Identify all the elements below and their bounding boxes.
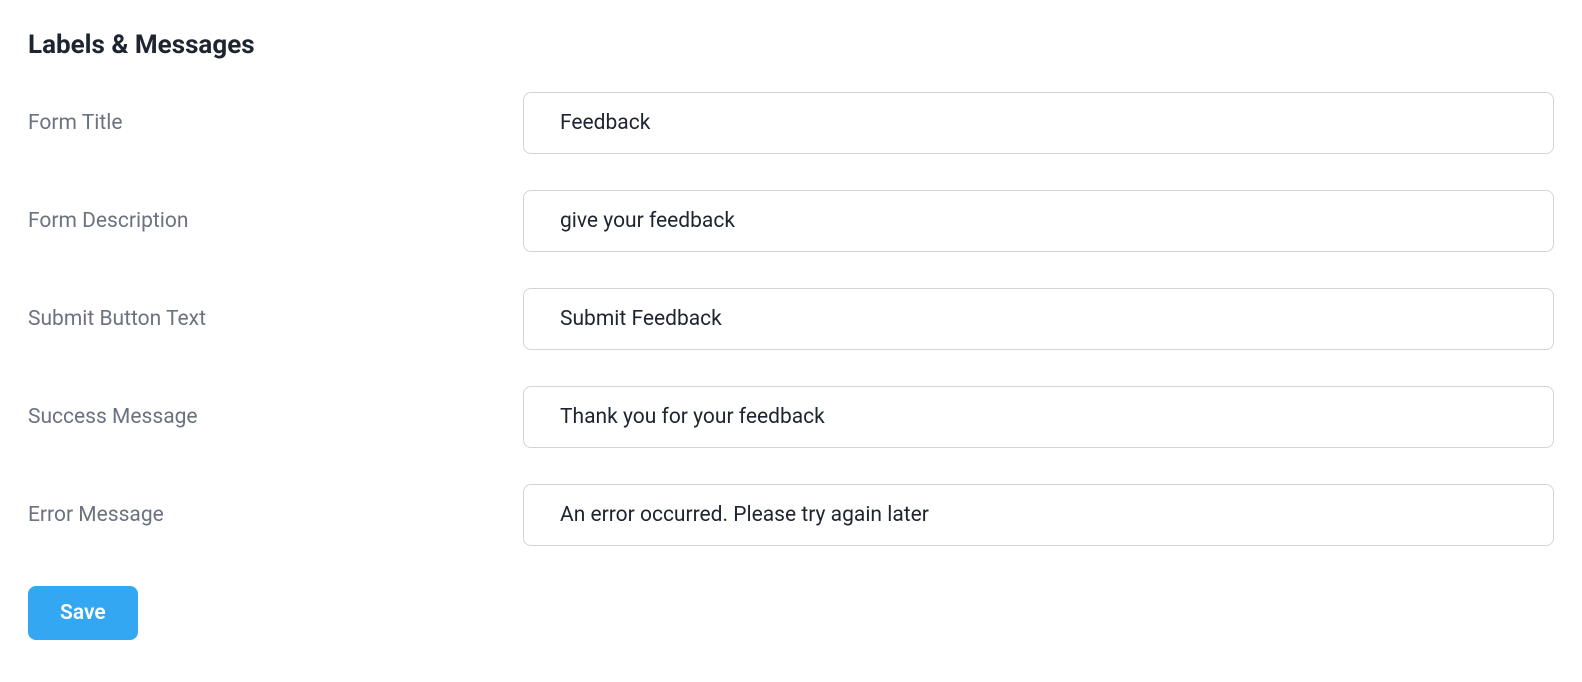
form-row-error-message: Error Message	[28, 484, 1554, 546]
form-description-label: Form Description	[28, 209, 523, 233]
form-row-form-description: Form Description	[28, 190, 1554, 252]
section-heading: Labels & Messages	[28, 30, 1554, 60]
form-row-form-title: Form Title	[28, 92, 1554, 154]
form-title-input[interactable]	[523, 92, 1554, 154]
form-row-success-message: Success Message	[28, 386, 1554, 448]
form-description-input[interactable]	[523, 190, 1554, 252]
form-row-submit-button-text: Submit Button Text	[28, 288, 1554, 350]
save-button[interactable]: Save	[28, 586, 138, 640]
error-message-label: Error Message	[28, 503, 523, 527]
submit-button-text-input[interactable]	[523, 288, 1554, 350]
form-title-label: Form Title	[28, 111, 523, 135]
submit-button-text-label: Submit Button Text	[28, 307, 523, 331]
success-message-label: Success Message	[28, 405, 523, 429]
success-message-input[interactable]	[523, 386, 1554, 448]
error-message-input[interactable]	[523, 484, 1554, 546]
